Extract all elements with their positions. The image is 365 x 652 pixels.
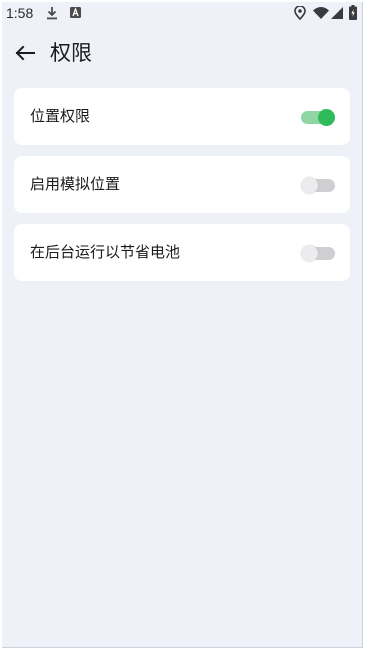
location-permission-toggle[interactable] xyxy=(301,109,335,126)
wifi-icon xyxy=(313,7,329,19)
setting-card-background-run[interactable]: 在后台运行以节省电池 xyxy=(14,224,350,281)
toggle-thumb xyxy=(318,109,335,126)
status-bar: 1:58 xyxy=(2,2,362,24)
setting-label: 在后台运行以节省电池 xyxy=(30,243,181,261)
setting-card-mock-location[interactable]: 启用模拟位置 xyxy=(14,156,350,213)
setting-label: 启用模拟位置 xyxy=(30,175,121,193)
toggle-thumb xyxy=(301,177,318,194)
status-time: 1:58 xyxy=(6,5,34,21)
mock-location-toggle[interactable] xyxy=(301,177,335,194)
location-icon xyxy=(294,6,306,20)
setting-card-location-permission[interactable]: 位置权限 xyxy=(14,88,350,145)
a-letter-icon xyxy=(70,7,81,18)
download-icon xyxy=(47,7,57,20)
back-button[interactable] xyxy=(12,40,38,66)
arrow-left-icon xyxy=(15,45,35,61)
battery-icon xyxy=(349,5,357,20)
app-bar: 权限 xyxy=(2,32,362,76)
page-title: 权限 xyxy=(50,41,92,65)
setting-label: 位置权限 xyxy=(30,107,91,125)
cell-signal-icon xyxy=(331,7,343,19)
toggle-thumb xyxy=(301,245,318,262)
screen: 1:58 权限 位置权限 启用模拟位置 在后台运行以节省电池 xyxy=(2,2,363,648)
background-run-toggle[interactable] xyxy=(301,245,335,262)
